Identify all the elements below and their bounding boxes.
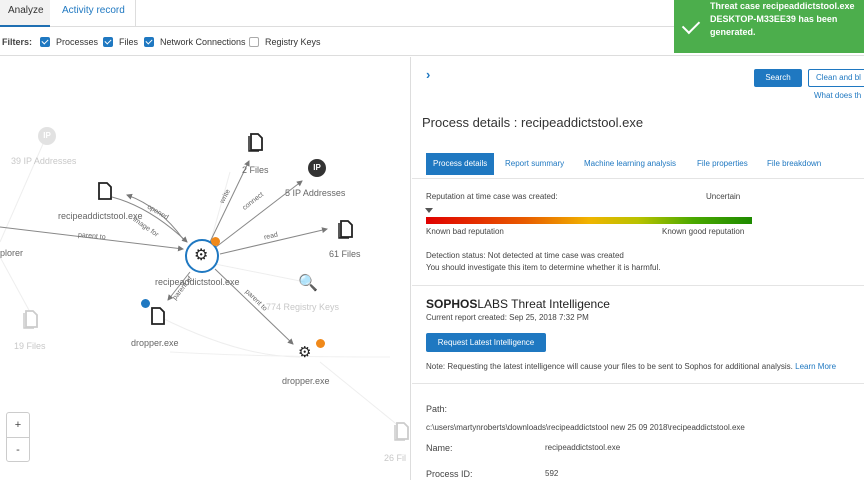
reputation-pointer-icon (425, 208, 433, 213)
zoom-control: + - (6, 412, 30, 462)
process-graph[interactable]: IP 39 IP Addresses 2 Files IP 5 IP Addre… (0, 57, 411, 480)
report-created: Current report created: Sep 25, 2018 7:3… (426, 313, 589, 322)
dropper-file-icon[interactable] (150, 306, 166, 326)
registry-keys-filter-label[interactable]: Registry Keys (265, 37, 321, 47)
expand-chevron-icon[interactable]: › (426, 67, 430, 82)
warning-badge-icon (211, 237, 220, 246)
center-process-label: recipeaddictstool.exe (155, 277, 240, 287)
search-button[interactable]: Search (754, 69, 802, 87)
path-value: c:\users\martynroberts\downloads\recipea… (426, 423, 745, 432)
intelligence-note-text: Note: Requesting the latest intelligence… (426, 362, 793, 371)
toast-message: Threat case recipeaddictstool.exe DESKTO… (710, 1, 855, 37)
name-value: recipeaddictstool.exe (545, 443, 621, 452)
files-top-label: 2 Files (242, 165, 269, 175)
registry-keys-checkbox[interactable] (249, 37, 259, 47)
recipe-file-label: recipeaddictstool.exe (58, 211, 143, 221)
sophoslabs-heading: SOPHOSLABS Threat Intelligence (426, 297, 610, 311)
ip-addresses-right-label: 5 IP Addresses (285, 188, 346, 198)
ip-addresses-left-icon[interactable]: IP (38, 127, 56, 145)
tab-file-properties[interactable]: File properties (697, 153, 748, 175)
network-connections-checkbox[interactable] (144, 37, 154, 47)
learn-more-link[interactable]: Learn More (795, 362, 836, 371)
name-label: Name: (426, 443, 453, 453)
success-toast[interactable]: Threat case recipeaddictstool.exe DESKTO… (674, 0, 864, 53)
section-divider-1 (412, 285, 864, 286)
files-bottom-label: 26 Fil (384, 453, 407, 463)
files-top-icon[interactable] (248, 132, 264, 152)
reputation-value: Uncertain (706, 192, 741, 201)
network-connections-filter-label[interactable]: Network Connections (160, 37, 246, 47)
intelligence-note: Note: Requesting the latest intelligence… (426, 362, 836, 371)
files-right-label: 61 Files (329, 249, 361, 259)
tab-activity-record[interactable]: Activity record (54, 0, 136, 27)
what-does-this-link[interactable]: What does th (814, 91, 861, 100)
reputation-label: Reputation at time case was created: (426, 192, 558, 201)
filters-label: Filters: (2, 37, 33, 47)
process-id-value: 592 (545, 469, 559, 478)
tab-process-details[interactable]: Process details (426, 153, 495, 175)
details-panel: › Search Clean and bl What does th Proce… (412, 57, 864, 480)
clean-and-block-button[interactable]: Clean and bl (808, 69, 864, 87)
zoom-out-button[interactable]: - (7, 437, 29, 461)
checkmark-icon (681, 15, 701, 35)
path-label: Path: (426, 404, 448, 414)
ip-addresses-right-icon[interactable]: IP (308, 159, 326, 177)
tabs-divider (412, 178, 864, 179)
investigate-note: You should investigate this item to dete… (426, 263, 661, 272)
section-divider-2 (412, 383, 864, 384)
tab-machine-learning-analysis[interactable]: Machine learning analysis (584, 153, 676, 175)
files-filter-label[interactable]: Files (119, 37, 138, 47)
gear-icon: ⚙ (194, 247, 209, 264)
zoom-in-button[interactable]: + (7, 413, 29, 437)
sophos-brand: SOPHOS (426, 297, 478, 311)
known-bad-label: Known bad reputation (426, 227, 504, 236)
reputation-bar (426, 217, 752, 224)
dropper-process-gear-icon[interactable]: ⚙ (298, 343, 311, 363)
explorer-label: plorer (0, 248, 24, 258)
selected-dot (141, 299, 150, 308)
detection-status: Detection status: Not detected at time c… (426, 251, 624, 260)
request-latest-intelligence-button[interactable]: Request Latest Intelligence (426, 333, 546, 352)
files-left-icon[interactable] (23, 309, 39, 329)
ip-addresses-left-label: 39 IP Addresses (11, 156, 77, 166)
dropper-file-label: dropper.exe (131, 338, 179, 348)
processes-filter-label[interactable]: Processes (56, 37, 98, 47)
files-bottom-icon[interactable] (394, 421, 410, 441)
recipe-file-icon[interactable] (97, 181, 113, 201)
processes-checkbox[interactable] (40, 37, 50, 47)
files-checkbox[interactable] (103, 37, 113, 47)
sophos-labs-title: LABS Threat Intelligence (477, 297, 610, 311)
tab-report-summary[interactable]: Report summary (505, 153, 564, 175)
registry-key-icon[interactable]: 🔍 (298, 273, 318, 293)
tab-file-breakdown[interactable]: File breakdown (767, 153, 821, 175)
files-left-label: 19 Files (14, 341, 46, 351)
dropper-warning-badge-icon (316, 339, 325, 348)
files-right-icon[interactable] (338, 219, 354, 239)
page-title: Process details : recipeaddictstool.exe (422, 115, 644, 130)
registry-keys-label: 774 Registry Keys (266, 302, 340, 312)
dropper-process-label: dropper.exe (282, 376, 330, 386)
tab-analyze[interactable]: Analyze (0, 0, 50, 27)
process-id-label: Process ID: (426, 469, 473, 479)
known-good-label: Known good reputation (662, 227, 745, 236)
